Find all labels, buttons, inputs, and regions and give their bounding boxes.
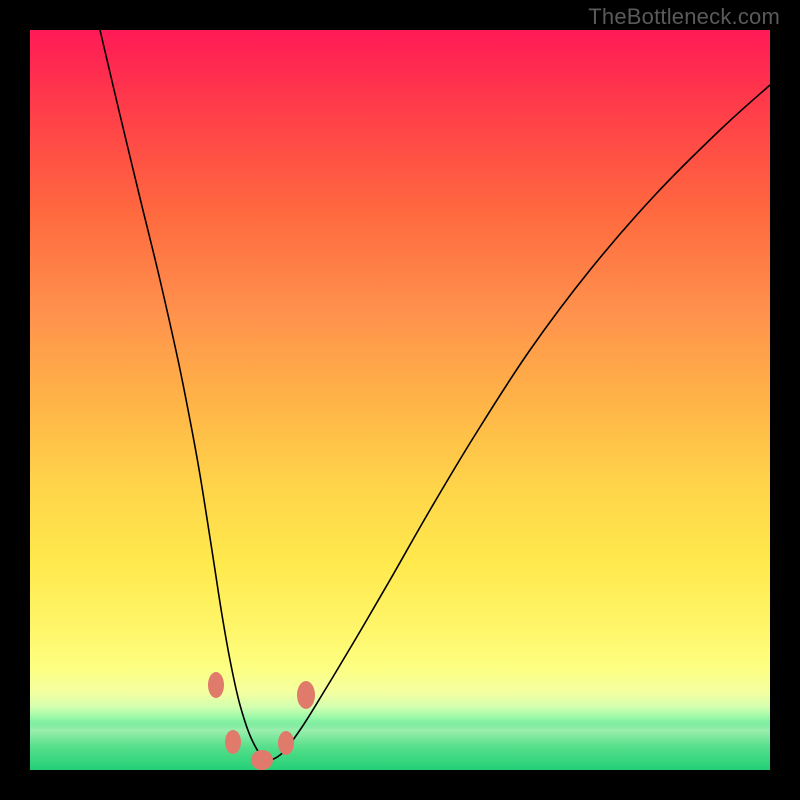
bead-lower-right bbox=[278, 731, 294, 755]
bead-upper-left bbox=[208, 672, 224, 698]
beads-group bbox=[208, 672, 315, 770]
chart-svg bbox=[30, 30, 770, 770]
bead-upper-right bbox=[297, 681, 315, 709]
bottleneck-curve bbox=[100, 30, 770, 760]
plot-area bbox=[30, 30, 770, 770]
bead-lower-left bbox=[225, 730, 241, 754]
bead-bottom bbox=[251, 750, 273, 770]
frame: TheBottleneck.com bbox=[0, 0, 800, 800]
watermark-text: TheBottleneck.com bbox=[588, 4, 780, 30]
